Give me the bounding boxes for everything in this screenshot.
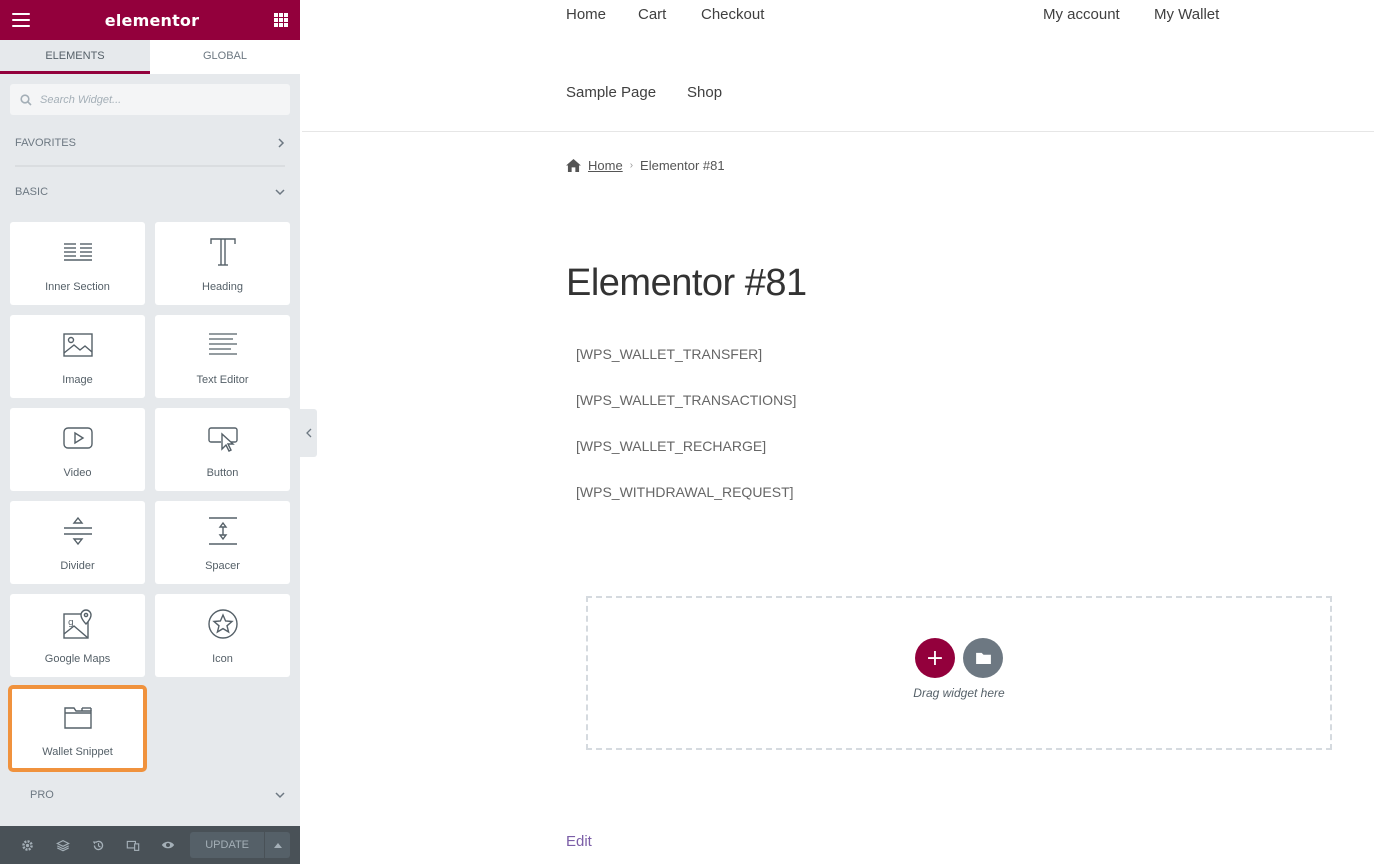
widget-grid: Inner Section Heading Image Text Editor … <box>8 222 292 772</box>
edit-link[interactable]: Edit <box>566 833 592 850</box>
elementor-panel: elementor ELEMENTS GLOBAL FAVORITES BASI… <box>0 0 300 864</box>
category-pro-label: PRO <box>30 789 54 801</box>
gear-icon <box>22 839 33 851</box>
folder-icon <box>975 652 991 664</box>
page-title: Elementor #81 <box>566 262 807 304</box>
breadcrumb: Home › Elementor #81 <box>566 158 725 173</box>
widget-label: Divider <box>60 560 95 572</box>
shortcode-wallet-transactions: [WPS_WALLET_TRANSACTIONS] <box>576 392 797 408</box>
widget-label: Button <box>206 467 239 479</box>
category-basic[interactable]: BASIC <box>15 175 285 209</box>
breadcrumb-home-link[interactable]: Home <box>588 158 623 173</box>
search-icon <box>20 93 32 106</box>
eye-icon <box>162 841 175 849</box>
video-icon <box>62 427 93 449</box>
panel-collapse-toggle[interactable] <box>300 409 317 457</box>
folder-icon <box>63 707 92 729</box>
breadcrumb-separator-icon: › <box>629 160 634 171</box>
elementor-logo: elementor <box>104 10 200 30</box>
responsive-icon <box>126 840 140 851</box>
add-section-button[interactable]: + <box>915 638 955 678</box>
update-button[interactable]: UPDATE <box>190 832 265 858</box>
settings-button[interactable] <box>10 826 45 864</box>
chevron-down-icon <box>275 792 285 799</box>
category-pro[interactable]: PRO <box>15 778 285 812</box>
widget-label: Image <box>62 374 93 386</box>
widget-label: Icon <box>212 653 233 665</box>
image-icon <box>62 333 93 357</box>
widget-text-editor[interactable]: Text Editor <box>155 315 290 398</box>
search-input[interactable] <box>40 93 280 106</box>
add-template-button[interactable] <box>963 638 1003 678</box>
star-icon <box>207 609 238 639</box>
spacer-icon <box>208 517 237 545</box>
nav-sample-page[interactable]: Sample Page <box>566 84 656 101</box>
chevron-right-icon <box>278 138 285 148</box>
panel-header: elementor <box>0 0 300 40</box>
nav-home[interactable]: Home <box>566 6 606 23</box>
tab-global[interactable]: GLOBAL <box>150 40 300 74</box>
nav-cart[interactable]: Cart <box>638 6 666 23</box>
header-divider <box>302 131 1374 132</box>
nav-checkout[interactable]: Checkout <box>701 6 764 23</box>
home-icon <box>566 159 581 172</box>
inner-section-icon <box>63 243 92 261</box>
dropzone-buttons: + <box>911 638 1007 678</box>
text-editor-icon <box>208 333 237 355</box>
preview-button[interactable] <box>151 826 186 864</box>
breadcrumb-current: Elementor #81 <box>640 158 725 173</box>
divider-icon <box>63 516 92 546</box>
widget-icon[interactable]: Icon <box>155 594 290 677</box>
panel-tabs: ELEMENTS GLOBAL <box>0 40 300 74</box>
widget-label: Spacer <box>205 560 240 572</box>
widget-button[interactable]: Button <box>155 408 290 491</box>
panel-footer: UPDATE <box>0 826 300 864</box>
nav-shop[interactable]: Shop <box>687 84 722 101</box>
category-favorites-label: FAVORITES <box>15 137 76 149</box>
layers-icon <box>55 839 70 851</box>
responsive-button[interactable] <box>116 826 151 864</box>
widget-label: Text Editor <box>196 374 249 386</box>
chevron-down-icon <box>275 189 285 196</box>
chevron-left-icon <box>305 428 311 438</box>
nav-my-account[interactable]: My account <box>1043 6 1120 23</box>
widgets-grid-icon[interactable] <box>274 13 288 27</box>
shortcode-wallet-transfer: [WPS_WALLET_TRANSFER] <box>576 346 763 362</box>
navigator-button[interactable] <box>45 826 80 864</box>
widget-label: Video <box>63 467 92 479</box>
history-icon <box>92 840 103 850</box>
menu-icon[interactable] <box>12 13 30 27</box>
widget-label: Wallet Snippet <box>42 746 113 758</box>
widget-inner-section[interactable]: Inner Section <box>10 222 145 305</box>
heading-icon <box>209 238 236 266</box>
shortcode-withdrawal-request: [WPS_WITHDRAWAL_REQUEST] <box>576 484 794 500</box>
widget-image[interactable]: Image <box>10 315 145 398</box>
widget-label: Heading <box>202 281 243 293</box>
add-section-dropzone[interactable]: + Drag widget here <box>586 596 1332 750</box>
save-options-button[interactable] <box>265 832 290 858</box>
widget-label: Inner Section <box>45 281 110 293</box>
widget-video[interactable]: Video <box>10 408 145 491</box>
nav-my-wallet[interactable]: My Wallet <box>1154 6 1219 23</box>
caret-up-icon <box>273 842 282 848</box>
dropzone-text: Drag widget here <box>913 686 1005 700</box>
category-favorites[interactable]: FAVORITES <box>15 127 285 167</box>
widget-heading[interactable]: Heading <box>155 222 290 305</box>
tab-elements[interactable]: ELEMENTS <box>0 40 150 74</box>
widget-label: Google Maps <box>44 653 111 665</box>
category-basic-label: BASIC <box>15 186 49 198</box>
shortcode-wallet-recharge: [WPS_WALLET_RECHARGE] <box>576 438 767 454</box>
widget-wallet-snippet[interactable]: Wallet Snippet <box>8 685 147 772</box>
widget-google-maps[interactable]: g Google Maps <box>10 594 145 677</box>
svg-text:g: g <box>68 618 74 628</box>
google-maps-icon: g <box>62 609 92 639</box>
widget-search <box>10 84 290 115</box>
history-button[interactable] <box>80 826 115 864</box>
widget-spacer[interactable]: Spacer <box>155 501 290 584</box>
widget-divider[interactable]: Divider <box>10 501 145 584</box>
button-icon <box>207 427 238 452</box>
